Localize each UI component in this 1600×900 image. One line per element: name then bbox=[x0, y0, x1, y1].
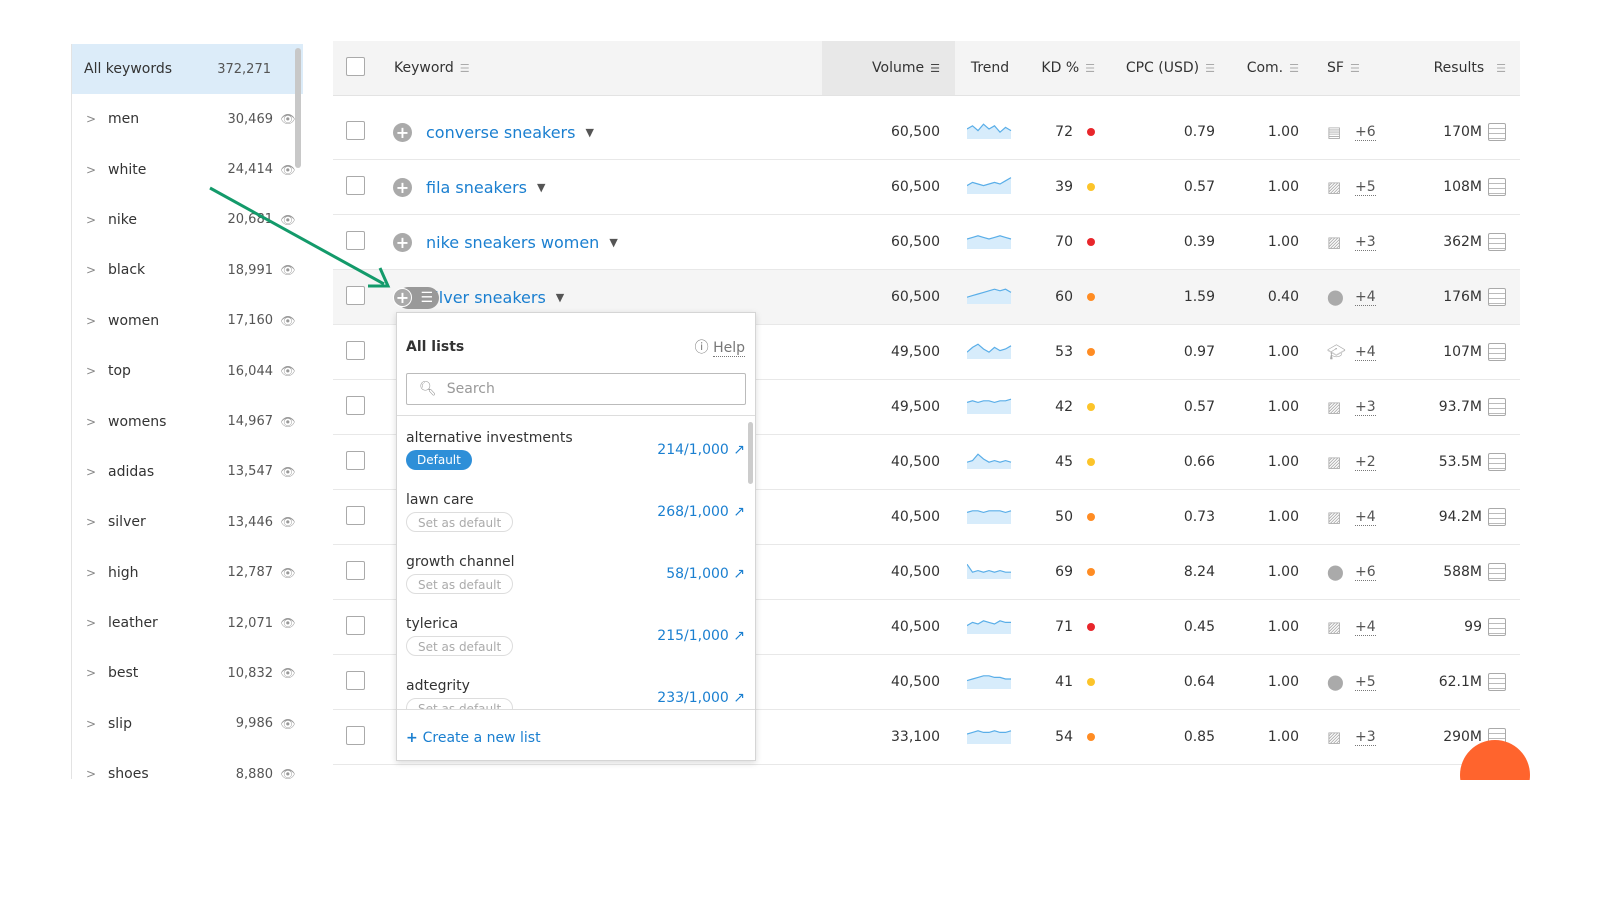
list-name: tylerica bbox=[406, 616, 459, 632]
create-new-list-label: Create a new list bbox=[422, 730, 541, 746]
page-background bbox=[0, 779, 1600, 900]
dropdown-title: All lists bbox=[406, 339, 465, 355]
lists-container: alternative investments Default 214/1,000 … bbox=[397, 415, 755, 710]
keyword-list-item[interactable]: lawn care Set as default 268/1,000 ↗ bbox=[397, 478, 755, 540]
list-count-link[interactable]: 215/1,000 ↗ bbox=[657, 628, 745, 644]
create-new-list-button[interactable]: + Create a new list bbox=[406, 730, 541, 746]
list-name: alternative investments bbox=[406, 430, 573, 446]
plus-icon: + bbox=[406, 730, 423, 746]
keyword-list-item[interactable]: alternative investments Default 214/1,000 … bbox=[397, 416, 755, 478]
default-badge: Default bbox=[406, 450, 472, 470]
set-as-default-button[interactable]: Set as default bbox=[406, 636, 514, 656]
external-link-icon: ↗ bbox=[733, 566, 745, 582]
list-count-link[interactable]: 233/1,000 ↗ bbox=[657, 690, 745, 706]
keyword-list-item[interactable]: tylerica Set as default 215/1,000 ↗ bbox=[397, 602, 755, 664]
set-as-default-button[interactable]: Set as default bbox=[406, 698, 514, 709]
list-count-link[interactable]: 214/1,000 ↗ bbox=[657, 442, 745, 458]
external-link-icon: ↗ bbox=[733, 690, 745, 706]
list-search-input[interactable]: 🔍︎ Search bbox=[406, 373, 746, 405]
search-icon: 🔍︎ bbox=[419, 381, 437, 397]
help-link[interactable]: ⓘ Help bbox=[695, 337, 745, 357]
list-count: 268/1,000 bbox=[657, 504, 729, 520]
list-count: 233/1,000 bbox=[657, 690, 729, 706]
set-as-default-button[interactable]: Set as default bbox=[406, 512, 514, 532]
list-count: 214/1,000 bbox=[657, 442, 729, 458]
keyword-list-item[interactable]: growth channel Set as default 58/1,000 ↗ bbox=[397, 540, 755, 602]
add-to-list-icon[interactable]: + bbox=[393, 288, 412, 307]
help-label: Help bbox=[713, 340, 745, 357]
list-count-link[interactable]: 268/1,000 ↗ bbox=[657, 504, 745, 520]
list-name: lawn care bbox=[406, 492, 474, 508]
list-name: growth channel bbox=[406, 554, 515, 570]
keyword-list-item[interactable]: adtegrity Set as default 233/1,000 ↗ bbox=[397, 664, 755, 709]
keyword-lists-dropdown: All lists ⓘ Help 🔍︎ Search alternative in… bbox=[396, 312, 756, 761]
annotation-arrow bbox=[209, 186, 391, 288]
external-link-icon: ↗ bbox=[733, 442, 745, 458]
list-name: adtegrity bbox=[406, 678, 470, 694]
info-icon: ⓘ bbox=[694, 340, 714, 356]
list-count-link[interactable]: 58/1,000 ↗ bbox=[666, 566, 745, 582]
search-placeholder: Search bbox=[446, 381, 495, 397]
external-link-icon: ↗ bbox=[733, 628, 745, 644]
list-count: 58/1,000 bbox=[666, 566, 729, 582]
external-link-icon: ↗ bbox=[733, 504, 745, 520]
set-as-default-button[interactable]: Set as default bbox=[406, 574, 514, 594]
list-count: 215/1,000 bbox=[657, 628, 729, 644]
